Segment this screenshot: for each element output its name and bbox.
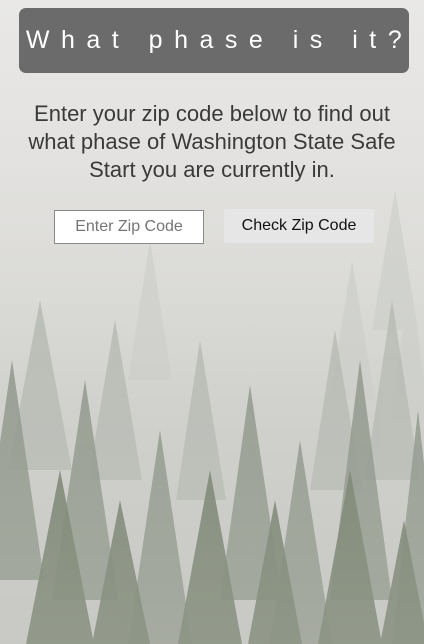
foggy-forest-background (0, 0, 424, 644)
page-title: What phase is it? (25, 26, 414, 54)
zip-code-input[interactable] (54, 210, 204, 244)
title-banner: What phase is it? (19, 8, 409, 73)
check-zip-code-button[interactable]: Check Zip Code (224, 209, 374, 243)
intro-text: Enter your zip code below to find out wh… (28, 101, 396, 182)
